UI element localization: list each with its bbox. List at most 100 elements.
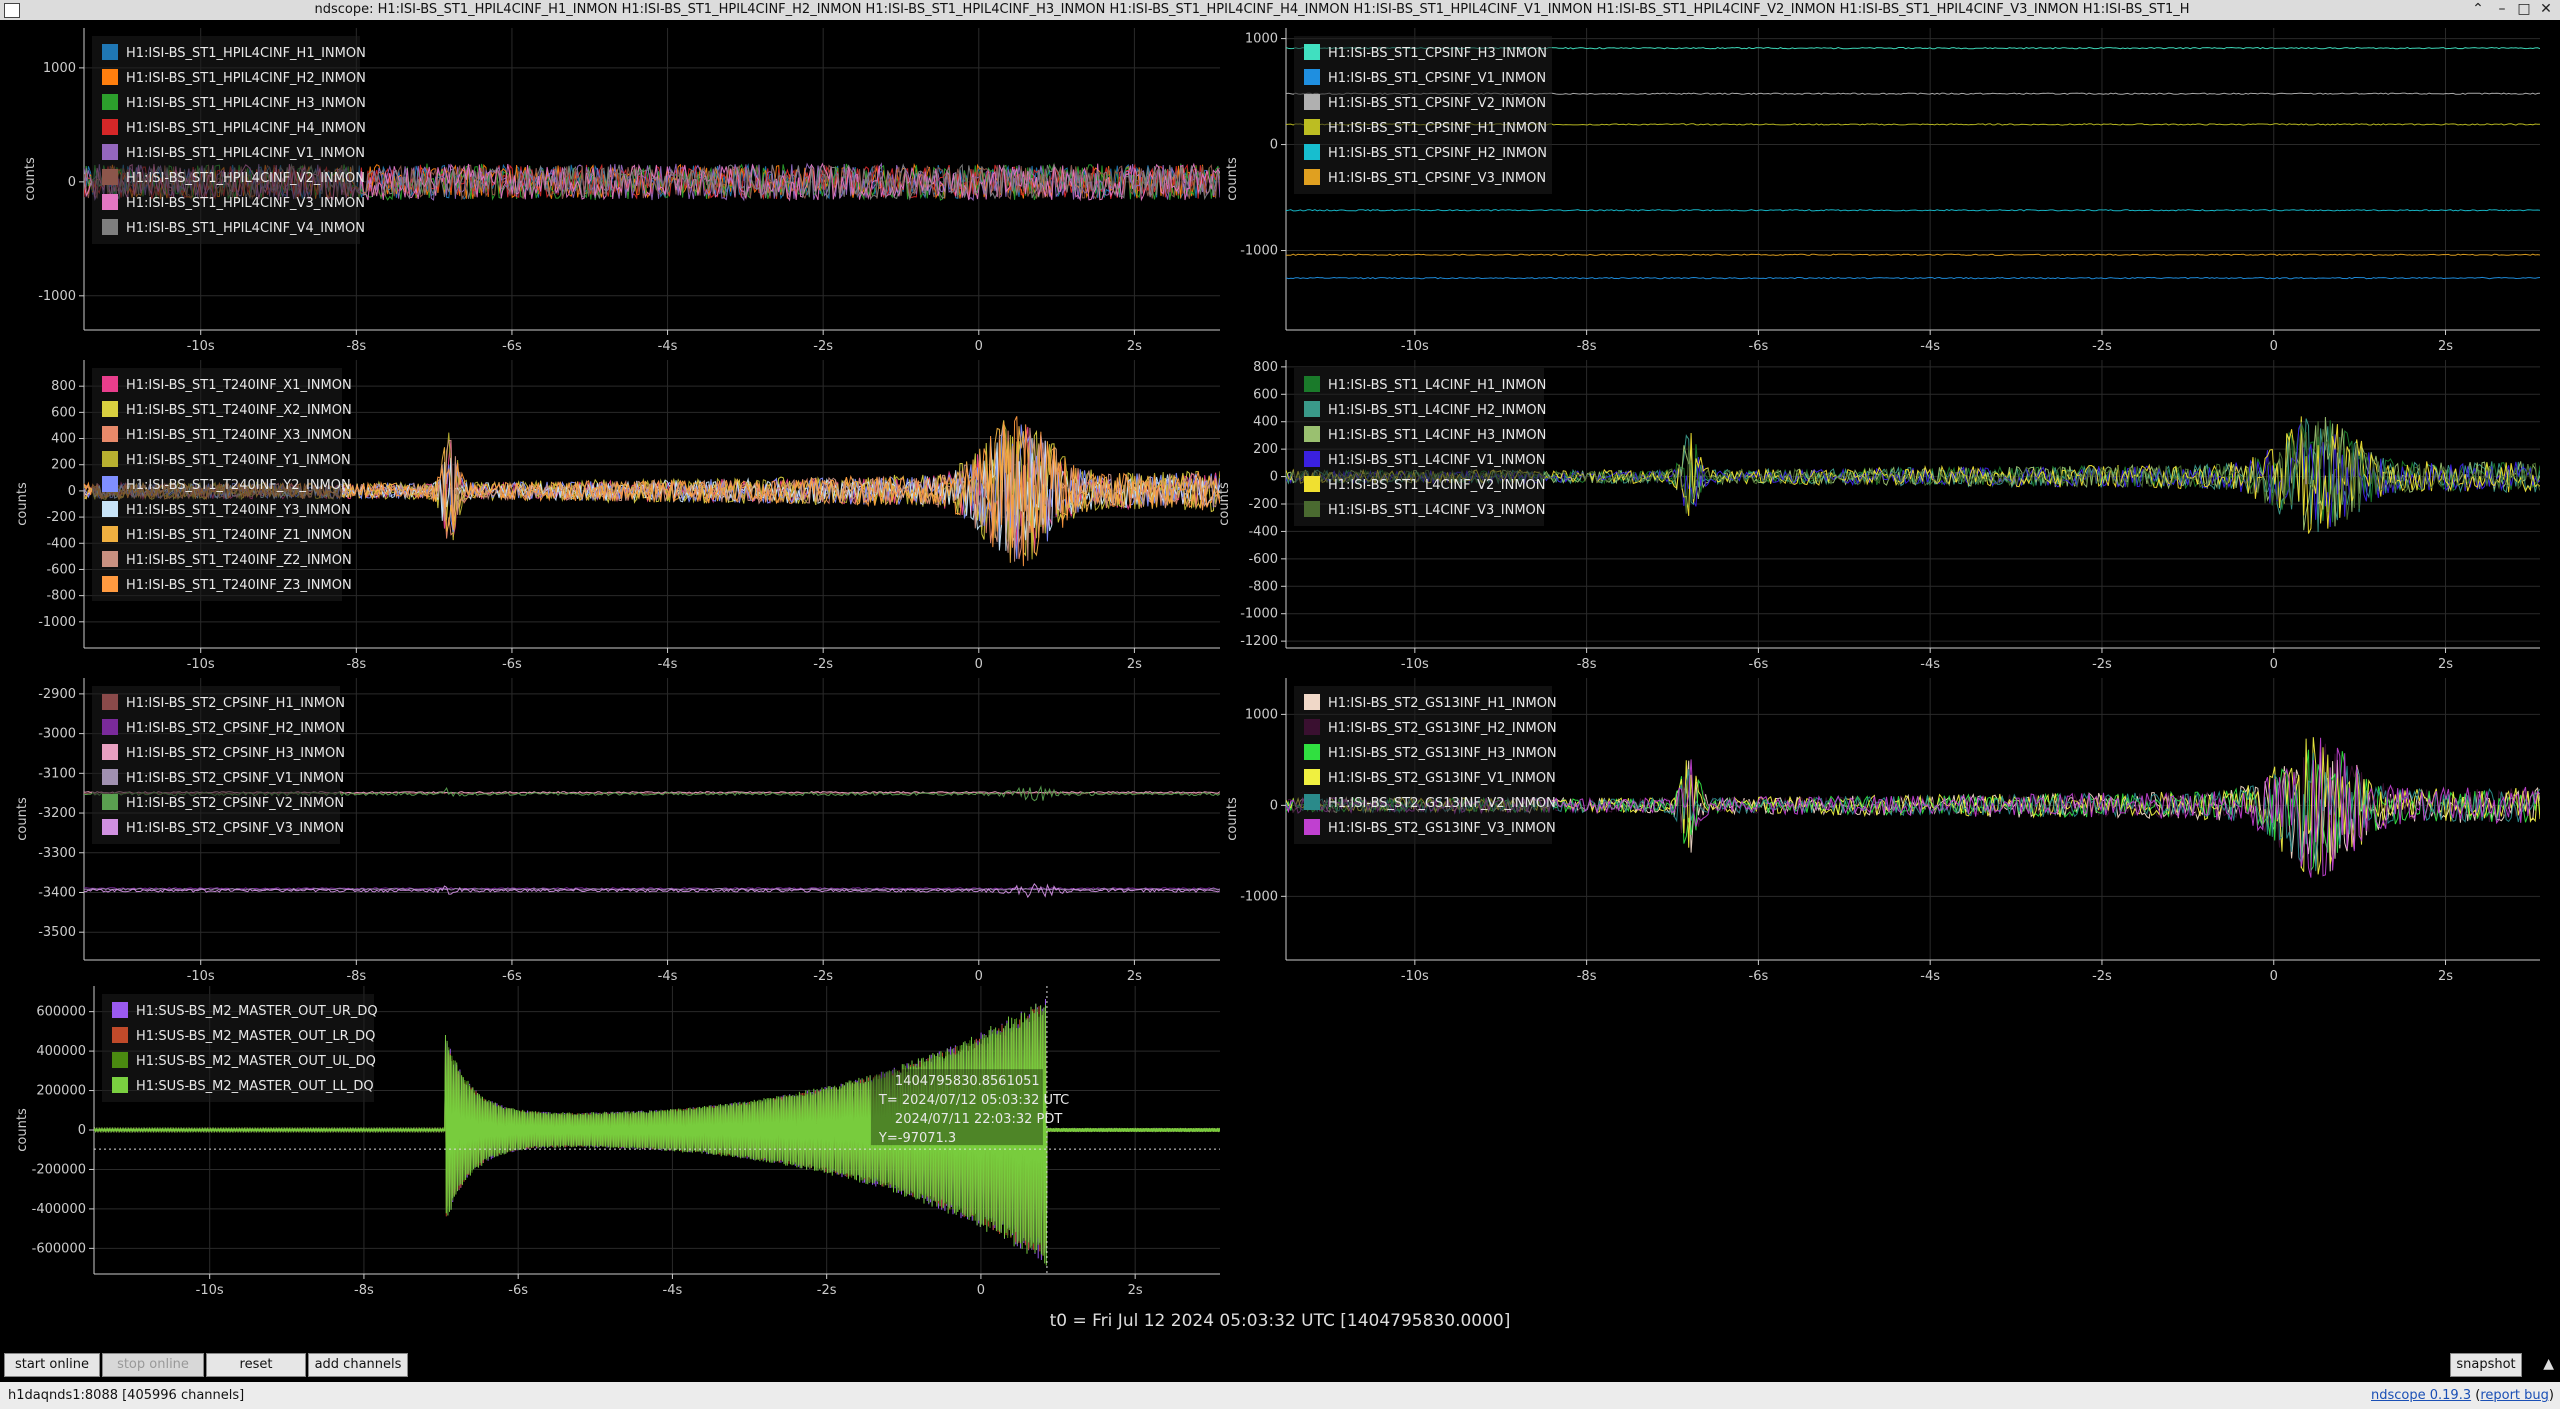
legend-entry[interactable]: H1:ISI-BS_ST1_T240INF_Z3_INMON	[126, 578, 352, 593]
plot-p7[interactable]: -10s -8s -6s -4s -2s 0 2s -600000 -400000 -200000…	[15, 986, 1220, 1298]
legend-swatch	[1304, 169, 1320, 185]
legend-entry[interactable]: H1:ISI-BS_ST1_L4CINF_H2_INMON	[1328, 403, 1546, 418]
legend-entry[interactable]: H1:ISI-BS_ST2_CPSINF_H3_INMON	[126, 746, 345, 761]
legend-entry[interactable]: H1:ISI-BS_ST2_GS13INF_H2_INMON	[1328, 721, 1557, 736]
plot-p3[interactable]: -10s -8s -6s -4s -2s 0 2s -1000 -800 -600 -400 -200…	[15, 360, 1220, 672]
legend-entry[interactable]: H1:ISI-BS_ST2_CPSINF_V3_INMON	[126, 821, 344, 836]
legend-entry[interactable]: H1:ISI-BS_ST1_CPSINF_V3_INMON	[1328, 171, 1546, 186]
plot-p5[interactable]: -10s -8s -6s -4s -2s 0 2s -3500 -3400 -3300 -3200 -…	[15, 678, 1220, 984]
legend-swatch	[1304, 501, 1320, 517]
legend-background	[92, 36, 360, 244]
legend[interactable]: H1:ISI-BS_ST2_GS13INF_H1_INMON H1:ISI-BS_…	[1294, 686, 1557, 844]
legend-entry[interactable]: H1:ISI-BS_ST1_HPIL4CINF_V3_INMON	[126, 196, 365, 211]
start-online-button[interactable]: start online	[4, 1353, 100, 1377]
x-tick-label: -4s	[658, 657, 678, 672]
legend-entry[interactable]: H1:ISI-BS_ST1_T240INF_Z2_INMON	[126, 553, 352, 568]
series-line	[84, 883, 1220, 899]
x-tick-label: 0	[2270, 339, 2278, 354]
legend-entry[interactable]: H1:ISI-BS_ST2_CPSINF_V1_INMON	[126, 771, 344, 786]
legend-entry[interactable]: H1:ISI-BS_ST1_CPSINF_V2_INMON	[1328, 96, 1546, 111]
legend-entry[interactable]: H1:ISI-BS_ST1_HPIL4CINF_H3_INMON	[126, 96, 366, 111]
legend-entry[interactable]: H1:ISI-BS_ST1_T240INF_X1_INMON	[126, 378, 352, 393]
legend[interactable]: H1:ISI-BS_ST1_CPSINF_H3_INMON H1:ISI-BS_S…	[1294, 36, 1552, 194]
y-tick-label: -600	[46, 562, 76, 577]
legend-swatch	[102, 694, 118, 710]
legend-entry[interactable]: H1:ISI-BS_ST2_CPSINF_H1_INMON	[126, 696, 345, 711]
legend-entry[interactable]: H1:ISI-BS_ST1_CPSINF_H3_INMON	[1328, 46, 1547, 61]
legend-entry[interactable]: H1:ISI-BS_ST1_HPIL4CINF_V1_INMON	[126, 146, 365, 161]
legend-entry[interactable]: H1:ISI-BS_ST1_HPIL4CINF_V4_INMON	[126, 221, 365, 236]
legend-entry[interactable]: H1:ISI-BS_ST1_HPIL4CINF_V2_INMON	[126, 171, 365, 186]
legend-entry[interactable]: H1:ISI-BS_ST2_CPSINF_H2_INMON	[126, 721, 345, 736]
x-tick-label: 2s	[2438, 657, 2453, 672]
legend-entry[interactable]: H1:SUS-BS_M2_MASTER_OUT_LR_DQ	[136, 1029, 375, 1044]
legend-entry[interactable]: H1:ISI-BS_ST1_L4CINF_V2_INMON	[1328, 478, 1546, 493]
legend-entry[interactable]: H1:ISI-BS_ST1_T240INF_X2_INMON	[126, 403, 352, 418]
plot-area[interactable]: -10s -8s -6s -4s -2s 0 2s -1000 0 1000 counts H1:IS…	[0, 20, 2560, 1350]
legend[interactable]: H1:ISI-BS_ST2_CPSINF_H1_INMON H1:ISI-BS_S…	[92, 686, 345, 844]
legend-entry[interactable]: H1:ISI-BS_ST2_GS13INF_H1_INMON	[1328, 696, 1557, 711]
collapse-toolbar-icon[interactable]: ▲	[2543, 1356, 2554, 1372]
plot-p1[interactable]: -10s -8s -6s -4s -2s 0 2s -1000 0 1000 counts H1:IS…	[23, 28, 1220, 354]
legend-entry[interactable]: H1:ISI-BS_ST1_CPSINF_H1_INMON	[1328, 121, 1547, 136]
x-tick-label: -10s	[187, 339, 215, 354]
x-tick-label: -2s	[2092, 969, 2112, 984]
legend-swatch	[1304, 744, 1320, 760]
legend-entry[interactable]: H1:SUS-BS_M2_MASTER_OUT_LL_DQ	[136, 1079, 374, 1094]
legend-entry[interactable]: H1:ISI-BS_ST2_GS13INF_H3_INMON	[1328, 746, 1557, 761]
plot-p4[interactable]: -10s -8s -6s -4s -2s 0 2s -1200 -1000 -800 -600 -40…	[1217, 360, 2540, 672]
y-tick-label: 800	[1253, 360, 1278, 375]
cursor-readout-line: 2024/07/11 22:03:32 PDT	[895, 1112, 1062, 1127]
legend[interactable]: H1:SUS-BS_M2_MASTER_OUT_UR_DQ H1:SUS-BS_M…	[102, 994, 378, 1102]
maximize-window-icon[interactable]: □	[2514, 1, 2534, 17]
snapshot-button[interactable]: snapshot	[2450, 1353, 2522, 1377]
x-tick-label: 0	[2270, 657, 2278, 672]
legend-entry[interactable]: H1:ISI-BS_ST2_GS13INF_V2_INMON	[1328, 796, 1556, 811]
legend[interactable]: H1:ISI-BS_ST1_L4CINF_H1_INMON H1:ISI-BS_S…	[1294, 368, 1546, 526]
legend-entry[interactable]: H1:ISI-BS_ST1_T240INF_X3_INMON	[126, 428, 352, 443]
legend-entry[interactable]: H1:ISI-BS_ST1_T240INF_Y3_INMON	[126, 503, 351, 518]
legend-swatch	[112, 1052, 128, 1068]
legend-entry[interactable]: H1:ISI-BS_ST1_HPIL4CINF_H2_INMON	[126, 71, 366, 86]
legend-entry[interactable]: H1:ISI-BS_ST1_L4CINF_H1_INMON	[1328, 378, 1546, 393]
y-tick-label: -600000	[32, 1241, 86, 1256]
minimize-window-icon[interactable]: –	[2492, 1, 2512, 17]
y-tick-label: 1000	[1245, 32, 1278, 47]
add-channels-button[interactable]: add channels	[308, 1353, 408, 1377]
y-axis-label: counts	[1225, 797, 1240, 841]
legend-entry[interactable]: H1:ISI-BS_ST2_GS13INF_V1_INMON	[1328, 771, 1556, 786]
plot-p6[interactable]: -10s -8s -6s -4s -2s 0 2s -1000 0 1000 counts H1:IS…	[1225, 678, 2540, 984]
legend-entry[interactable]: H1:SUS-BS_M2_MASTER_OUT_UR_DQ	[136, 1004, 378, 1019]
close-window-icon[interactable]: ✕	[2536, 1, 2556, 17]
legend-entry[interactable]: H1:ISI-BS_ST1_CPSINF_H2_INMON	[1328, 146, 1547, 161]
legend-entry[interactable]: H1:ISI-BS_ST1_L4CINF_H3_INMON	[1328, 428, 1546, 443]
legend-swatch	[112, 1077, 128, 1093]
reset-button[interactable]: reset	[206, 1353, 306, 1377]
legend-entry[interactable]: H1:ISI-BS_ST1_L4CINF_V1_INMON	[1328, 453, 1546, 468]
y-tick-label: -200	[1248, 497, 1278, 512]
legend-swatch	[1304, 719, 1320, 735]
report-bug-link[interactable]: report bug	[2480, 1388, 2549, 1403]
legend-entry[interactable]: H1:ISI-BS_ST1_HPIL4CINF_H1_INMON	[126, 46, 366, 61]
shade-window-icon[interactable]: ⌃	[2468, 1, 2488, 17]
legend-entry[interactable]: H1:ISI-BS_ST1_CPSINF_V1_INMON	[1328, 71, 1546, 86]
version-link[interactable]: ndscope 0.19.3	[2371, 1388, 2471, 1403]
stop-online-button[interactable]: stop online	[102, 1353, 204, 1377]
legend-entry[interactable]: H1:ISI-BS_ST1_L4CINF_V3_INMON	[1328, 503, 1546, 518]
y-tick-label: -1000	[1240, 244, 1278, 259]
x-tick-label: -6s	[1749, 657, 1769, 672]
legend-swatch	[1304, 94, 1320, 110]
legend[interactable]: H1:ISI-BS_ST1_HPIL4CINF_H1_INMON H1:ISI-B…	[92, 36, 366, 244]
window-titlebar: ndscope: H1:ISI-BS_ST1_HPIL4CINF_H1_INMO…	[0, 0, 2560, 20]
plot-p2[interactable]: -10s -8s -6s -4s -2s 0 2s -1000 0 1000 counts H1:IS…	[1225, 28, 2540, 354]
y-tick-label: 600	[1253, 387, 1278, 402]
legend-entry[interactable]: H1:ISI-BS_ST1_T240INF_Y1_INMON	[126, 453, 351, 468]
legend-entry[interactable]: H1:ISI-BS_ST1_T240INF_Y2_INMON	[126, 478, 351, 493]
y-tick-label: -800	[1248, 579, 1278, 594]
legend-entry[interactable]: H1:ISI-BS_ST2_GS13INF_V3_INMON	[1328, 821, 1556, 836]
legend-entry[interactable]: H1:ISI-BS_ST1_T240INF_Z1_INMON	[126, 528, 352, 543]
legend-entry[interactable]: H1:ISI-BS_ST2_CPSINF_V2_INMON	[126, 796, 344, 811]
legend-entry[interactable]: H1:SUS-BS_M2_MASTER_OUT_UL_DQ	[136, 1054, 376, 1069]
legend[interactable]: H1:ISI-BS_ST1_T240INF_X1_INMON H1:ISI-BS_…	[92, 368, 352, 601]
legend-entry[interactable]: H1:ISI-BS_ST1_HPIL4CINF_H4_INMON	[126, 121, 366, 136]
